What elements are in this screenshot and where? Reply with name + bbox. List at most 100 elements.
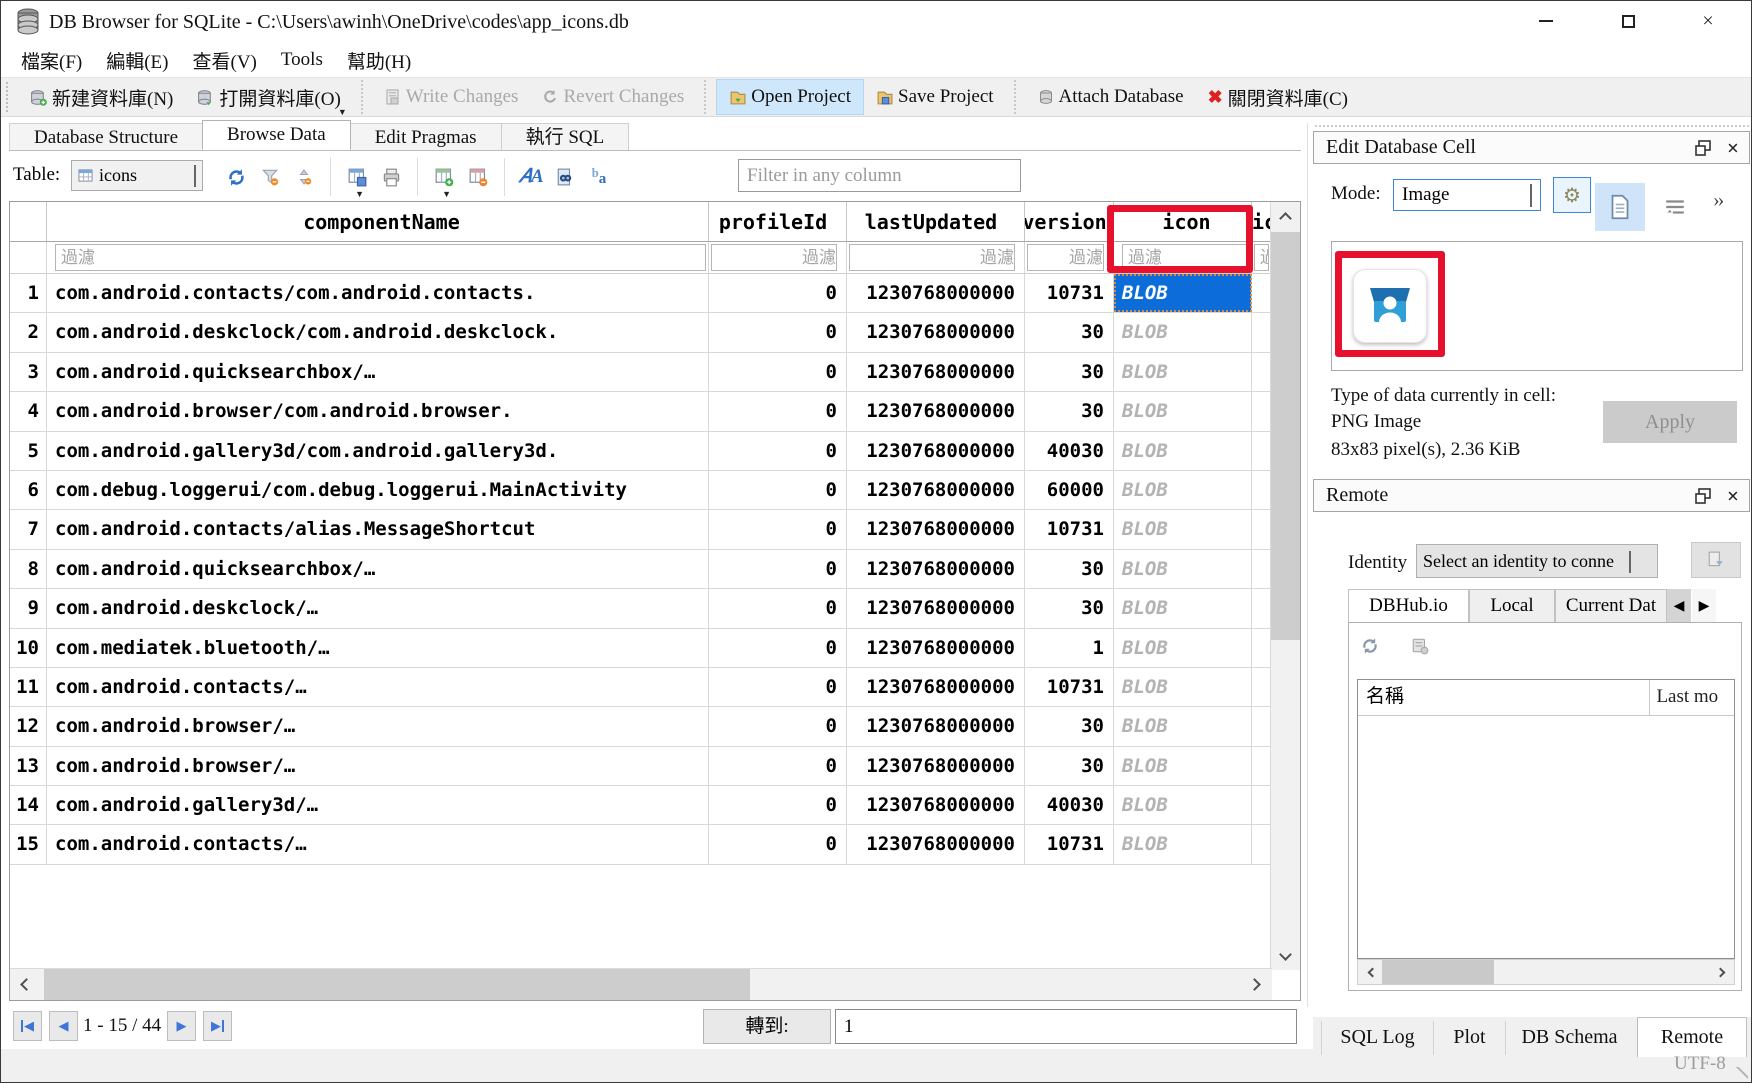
- cell-componentname[interactable]: com.android.contacts/…: [47, 825, 709, 863]
- cell-version[interactable]: 10731: [1025, 825, 1114, 863]
- cell-profileid[interactable]: 0: [709, 786, 847, 824]
- identity-select[interactable]: Select an identity to conne: [1416, 544, 1658, 578]
- column-header-profileid[interactable]: profileId: [709, 202, 847, 241]
- cell-componentname[interactable]: com.android.quicksearchbox/…: [47, 550, 709, 588]
- cell-icon-blob[interactable]: BLOB: [1114, 432, 1252, 470]
- clone-database-button[interactable]: [1411, 637, 1429, 660]
- cell-lastupdated[interactable]: 1230768000000: [847, 471, 1025, 509]
- filter-profileid[interactable]: 過濾: [711, 244, 837, 271]
- revert-changes-button[interactable]: Revert Changes: [530, 79, 696, 115]
- filter-lastupdated[interactable]: 過濾: [849, 244, 1015, 271]
- cell-profileid[interactable]: 0: [709, 550, 847, 588]
- export-table-button[interactable]: ▼: [340, 159, 374, 195]
- scroll-down-button[interactable]: [1271, 942, 1300, 970]
- cell-icon-blob[interactable]: BLOB: [1114, 786, 1252, 824]
- cell-version[interactable]: 40030: [1025, 786, 1114, 824]
- cell-partial[interactable]: [1252, 747, 1272, 785]
- cell-profileid[interactable]: 0: [709, 392, 847, 430]
- dock-drag-handle[interactable]: [1315, 125, 1749, 127]
- row-number[interactable]: 6: [10, 471, 47, 509]
- open-database-button[interactable]: 打開資料庫(O) ▼: [185, 79, 352, 115]
- cell-icon-blob[interactable]: BLOB: [1114, 629, 1252, 667]
- dock-tab-remote[interactable]: Remote: [1637, 1017, 1747, 1057]
- vertical-scroll-thumb[interactable]: [1271, 232, 1300, 640]
- overflow-chevron-icon[interactable]: ››: [1713, 189, 1722, 212]
- cell-lastupdated[interactable]: 1230768000000: [847, 392, 1025, 430]
- scroll-left-button[interactable]: [10, 970, 39, 998]
- resize-grip[interactable]: [1736, 1067, 1748, 1079]
- cell-componentname[interactable]: com.android.gallery3d/com.android.galler…: [47, 432, 709, 470]
- cell-lastupdated[interactable]: 1230768000000: [847, 353, 1025, 391]
- cell-partial[interactable]: [1252, 629, 1272, 667]
- next-record-button[interactable]: ▶: [167, 1011, 196, 1041]
- float-panel-icon[interactable]: [1695, 488, 1711, 504]
- cell-partial[interactable]: [1252, 825, 1272, 863]
- print-button[interactable]: [374, 159, 408, 195]
- cell-componentname[interactable]: com.android.browser/com.android.browser.: [47, 392, 709, 430]
- cell-version[interactable]: 60000: [1025, 471, 1114, 509]
- cell-lastupdated[interactable]: 1230768000000: [847, 313, 1025, 351]
- scroll-left-button[interactable]: [1358, 960, 1382, 984]
- tab-execute-sql[interactable]: 執行 SQL: [501, 123, 630, 150]
- cell-partial[interactable]: [1252, 589, 1272, 627]
- cell-icon-blob[interactable]: BLOB: [1114, 707, 1252, 745]
- remote-list-header-modified[interactable]: Last mo: [1650, 680, 1734, 715]
- cell-partial[interactable]: [1252, 550, 1272, 588]
- remote-scroll-thumb[interactable]: [1382, 960, 1494, 984]
- cell-icon-blob[interactable]: BLOB: [1114, 825, 1252, 863]
- row-number[interactable]: 12: [10, 707, 47, 745]
- cell-lastupdated[interactable]: 1230768000000: [847, 707, 1025, 745]
- cell-icon-blob[interactable]: BLOB: [1114, 589, 1252, 627]
- cell-componentname[interactable]: com.android.deskclock/…: [47, 589, 709, 627]
- export-table-dropdown-icon[interactable]: ▼: [355, 189, 364, 199]
- tab-database-structure[interactable]: Database Structure: [9, 123, 203, 150]
- cell-profileid[interactable]: 0: [709, 353, 847, 391]
- document-view-button[interactable]: [1595, 183, 1645, 231]
- goto-input[interactable]: [835, 1009, 1297, 1044]
- row-number[interactable]: 10: [10, 629, 47, 667]
- refresh-button[interactable]: [219, 159, 253, 195]
- cell-lastupdated[interactable]: 1230768000000: [847, 747, 1025, 785]
- cell-profileid[interactable]: 0: [709, 629, 847, 667]
- cell-componentname[interactable]: com.android.contacts/…: [47, 668, 709, 706]
- cell-version[interactable]: 30: [1025, 392, 1114, 430]
- open-database-dropdown-icon[interactable]: ▼: [338, 107, 347, 117]
- row-number[interactable]: 4: [10, 392, 47, 430]
- scroll-right-button[interactable]: [1242, 970, 1271, 998]
- cell-profileid[interactable]: 0: [709, 668, 847, 706]
- cell-partial[interactable]: [1252, 471, 1272, 509]
- menu-tools[interactable]: Tools: [271, 49, 333, 71]
- row-number[interactable]: 14: [10, 786, 47, 824]
- remote-refresh-button[interactable]: [1361, 637, 1379, 660]
- clear-sort-button[interactable]: [287, 159, 321, 195]
- cell-partial[interactable]: [1252, 668, 1272, 706]
- cell-componentname[interactable]: com.android.deskclock/com.android.deskcl…: [47, 313, 709, 351]
- cell-profileid[interactable]: 0: [709, 432, 847, 470]
- close-button[interactable]: ×: [1685, 1, 1731, 41]
- maximize-button[interactable]: [1605, 1, 1651, 41]
- cell-lastupdated[interactable]: 1230768000000: [847, 432, 1025, 470]
- cell-version[interactable]: 10731: [1025, 668, 1114, 706]
- remote-tab-current-database[interactable]: Current Dat: [1555, 589, 1667, 623]
- cell-icon-blob[interactable]: BLOB: [1114, 510, 1252, 548]
- cell-icon-blob[interactable]: BLOB: [1114, 747, 1252, 785]
- tab-browse-data[interactable]: Browse Data: [202, 120, 351, 150]
- cell-componentname[interactable]: com.android.browser/…: [47, 747, 709, 785]
- cell-profileid[interactable]: 0: [709, 747, 847, 785]
- cell-icon-blob[interactable]: BLOB: [1114, 353, 1252, 391]
- tab-edit-pragmas[interactable]: Edit Pragmas: [350, 123, 502, 150]
- insert-record-button[interactable]: ▼: [427, 159, 461, 195]
- previous-record-button[interactable]: ◀: [49, 1011, 78, 1041]
- dock-tab-db-schema[interactable]: DB Schema: [1505, 1021, 1633, 1055]
- goto-button[interactable]: 轉到:: [703, 1009, 831, 1044]
- cell-partial[interactable]: [1252, 510, 1272, 548]
- row-number[interactable]: 2: [10, 313, 47, 351]
- cell-version[interactable]: 1: [1025, 629, 1114, 667]
- tab-scroll-right-button[interactable]: ▶: [1692, 589, 1716, 623]
- cell-componentname[interactable]: com.android.gallery3d/…: [47, 786, 709, 824]
- cell-version[interactable]: 30: [1025, 747, 1114, 785]
- filter-input[interactable]: [738, 159, 1021, 192]
- column-header-componentname[interactable]: componentName: [47, 202, 709, 241]
- cell-profileid[interactable]: 0: [709, 825, 847, 863]
- scroll-right-button[interactable]: [1710, 960, 1734, 984]
